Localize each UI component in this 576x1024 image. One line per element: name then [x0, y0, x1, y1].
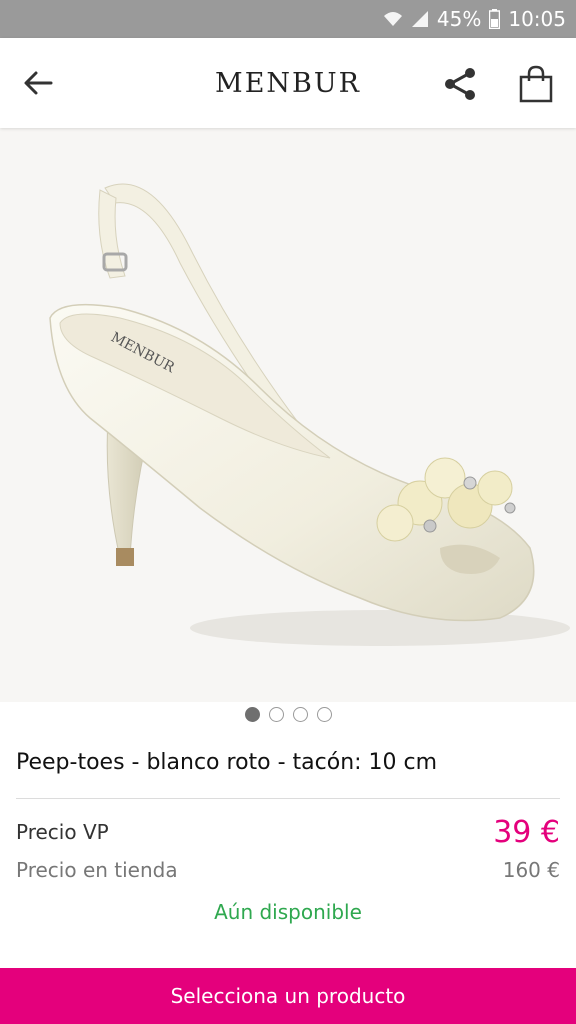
vp-price-row: Precio VP 39 €	[16, 812, 560, 852]
brand-logo: MENBUR	[215, 67, 361, 99]
share-icon	[445, 68, 475, 100]
gallery-dot-4[interactable]	[316, 707, 332, 722]
divider	[16, 798, 560, 799]
select-product-button[interactable]: Selecciona un producto	[0, 968, 576, 1024]
product-title: Peep-toes - blanco roto - tacón: 10 cm	[16, 750, 438, 775]
back-button[interactable]	[20, 62, 56, 104]
gallery-dot-2[interactable]	[268, 707, 284, 722]
wifi-icon	[383, 10, 403, 28]
share-button[interactable]	[440, 64, 480, 104]
store-price-value: 160 €	[502, 858, 560, 882]
store-price-label: Precio en tienda	[16, 858, 178, 882]
status-bar: 45% 10:05	[0, 0, 576, 38]
gallery-pagination	[0, 707, 576, 725]
gallery-dot-3[interactable]	[292, 707, 308, 722]
app-bar: MENBUR	[0, 38, 576, 128]
clock: 10:05	[508, 7, 566, 31]
battery-icon	[489, 9, 501, 29]
vp-price-value: 39 €	[493, 814, 560, 850]
store-price-row: Precio en tienda 160 €	[16, 856, 560, 884]
gallery-dot-1[interactable]	[244, 707, 260, 722]
arrow-left-icon	[24, 71, 53, 95]
availability-status: Aún disponible	[214, 900, 362, 924]
signal-icon	[411, 10, 429, 28]
shopping-bag-icon	[519, 65, 553, 103]
product-image[interactable]: MENBUR	[0, 128, 576, 702]
battery-percent: 45%	[436, 7, 482, 31]
vp-price-label: Precio VP	[16, 820, 109, 844]
cart-button[interactable]	[516, 62, 556, 106]
